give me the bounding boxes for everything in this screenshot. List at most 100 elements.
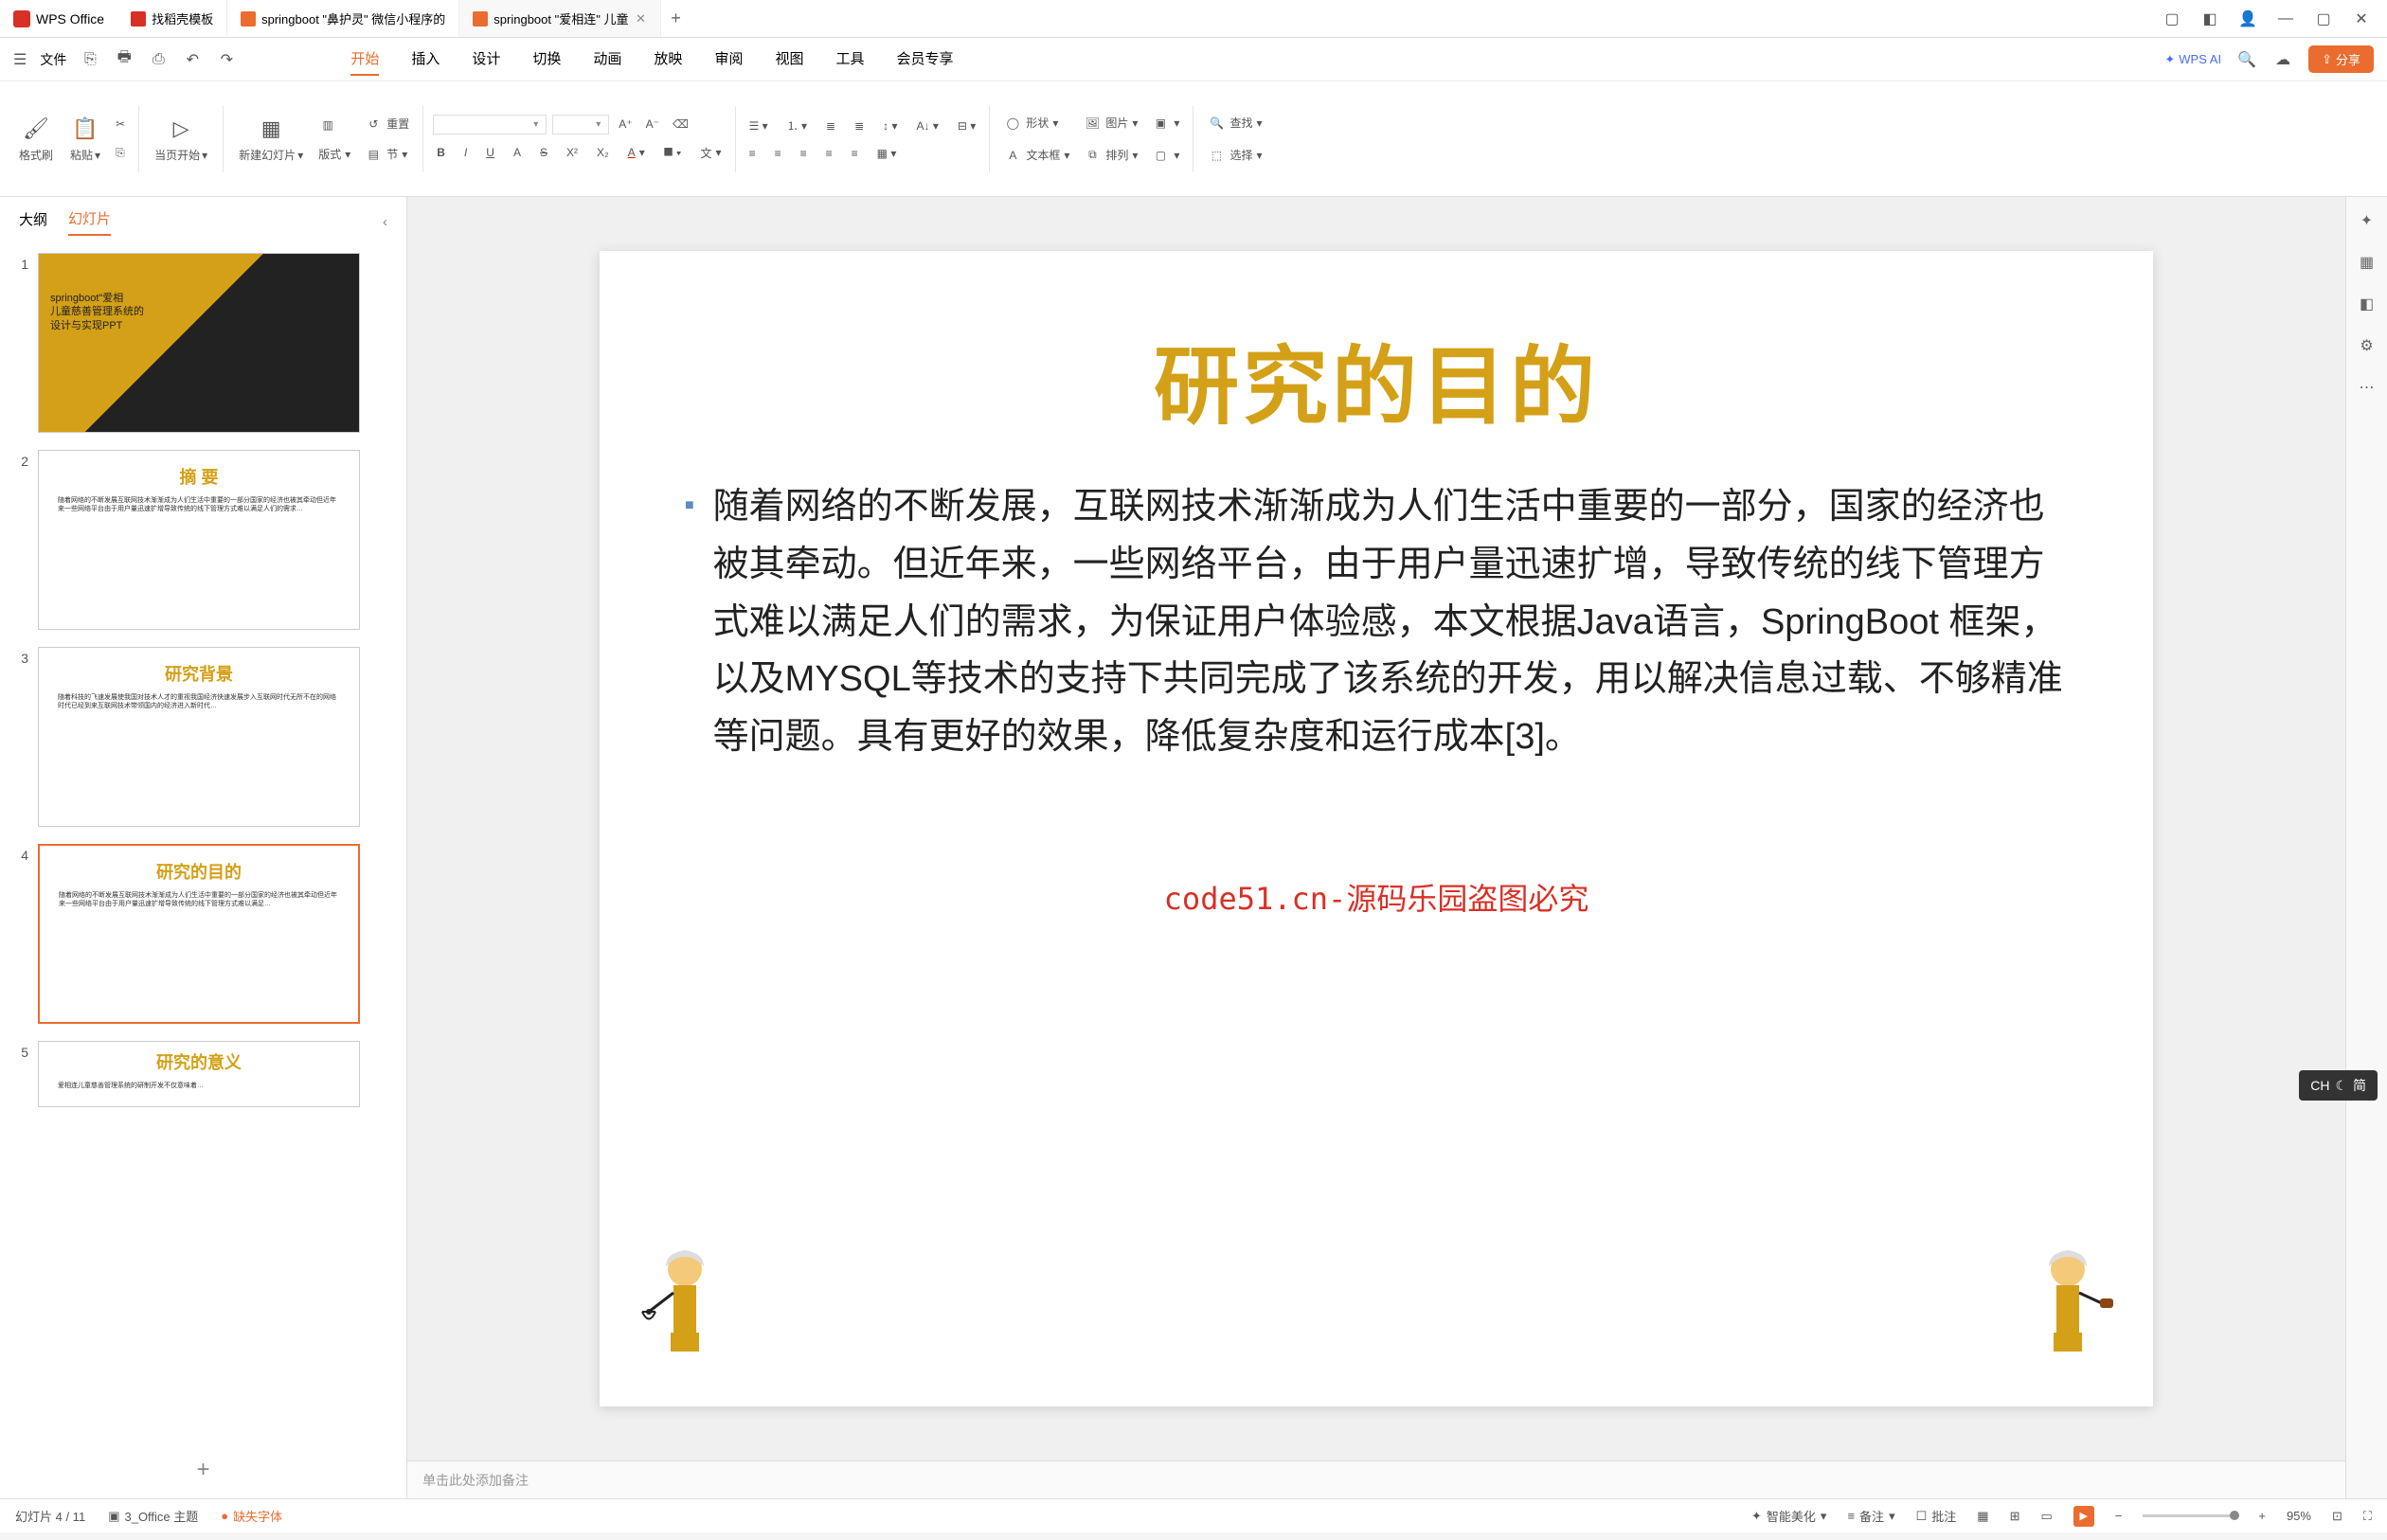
undo-icon[interactable]: ↶ bbox=[182, 49, 203, 70]
redo-icon[interactable]: ↷ bbox=[216, 49, 237, 70]
slideshow-button[interactable]: ▶ bbox=[2073, 1506, 2094, 1527]
template-sidebar-icon[interactable]: ▦ bbox=[2357, 252, 2378, 273]
tab-member[interactable]: 会员专享 bbox=[896, 43, 953, 76]
font-size-select[interactable]: ▾ bbox=[552, 115, 609, 134]
image-dropdown[interactable]: 🖼图片 ▾ bbox=[1079, 111, 1141, 135]
tabs-overview-icon[interactable]: ▢ bbox=[2163, 10, 2181, 27]
align-text-button[interactable]: ⊟ ▾ bbox=[954, 115, 979, 136]
tab-view[interactable]: 视图 bbox=[775, 43, 803, 76]
minimize-icon[interactable]: — bbox=[2277, 10, 2294, 27]
wps-ai-button[interactable]: ✦ WPS AI bbox=[2164, 52, 2221, 67]
slide-thumbnail-3[interactable]: 研究背景 随着科技的飞速发展使我国对技术人才的重视我国经济快速发展步入互联网时代… bbox=[38, 647, 360, 827]
cut-button[interactable]: ✂ bbox=[112, 115, 129, 134]
numbered-list-button[interactable]: ⒈ ▾ bbox=[783, 115, 811, 136]
cube-icon[interactable]: ◧ bbox=[2201, 10, 2218, 27]
align-justify-button[interactable]: ≡ bbox=[822, 144, 836, 163]
slide-body[interactable]: ■ 随着网络的不断发展，互联网技术渐渐成为人们生活中重要的一部分，国家的经济也被… bbox=[600, 440, 2153, 766]
thumbnail-list[interactable]: 1 springboot"爱相 儿童慈善管理系统的 设计与实现PPT 2 摘 要… bbox=[0, 242, 406, 1442]
decrease-font-button[interactable]: A⁻ bbox=[642, 115, 663, 134]
notes-bar[interactable]: 单击此处添加备注 bbox=[407, 1460, 2345, 1498]
slide-title[interactable]: 研究的目的 bbox=[600, 251, 2153, 440]
missing-font-warning[interactable]: ● 缺失字体 bbox=[221, 1507, 282, 1525]
slide-thumbnail-5[interactable]: 研究的意义 爱相连儿童慈善管理系统的研制开发不仅意味着… bbox=[38, 1041, 360, 1107]
tab-transition[interactable]: 切换 bbox=[532, 43, 561, 76]
strike-button[interactable]: S bbox=[536, 142, 551, 164]
zoom-slider[interactable] bbox=[2143, 1514, 2237, 1517]
slide-thumbnail-1[interactable]: springboot"爱相 儿童慈善管理系统的 设计与实现PPT bbox=[38, 253, 360, 433]
search-icon[interactable]: 🔍 bbox=[2236, 49, 2257, 70]
reset-button[interactable]: ↺重置 bbox=[360, 112, 413, 136]
animation-sidebar-icon[interactable]: ⚙ bbox=[2357, 335, 2378, 356]
superscript-button[interactable]: X² bbox=[563, 142, 582, 164]
fullscreen-button[interactable]: ⛶ bbox=[2363, 1509, 2372, 1524]
shape-dropdown[interactable]: ◯形状 ▾ bbox=[999, 111, 1073, 135]
fit-button[interactable]: ⊡ bbox=[2332, 1509, 2342, 1524]
comments-toggle[interactable]: ☐ 批注 bbox=[1916, 1507, 1957, 1525]
zoom-in-button[interactable]: + bbox=[2258, 1509, 2266, 1523]
more-sidebar-icon[interactable]: ⋯ bbox=[2357, 377, 2378, 398]
ai-sidebar-icon[interactable]: ✦ bbox=[2357, 210, 2378, 231]
columns-button[interactable]: ▦ ▾ bbox=[873, 144, 901, 163]
select-dropdown[interactable]: ⬚选择 ▾ bbox=[1203, 143, 1265, 168]
close-icon[interactable]: ✕ bbox=[634, 12, 647, 26]
new-tab-button[interactable]: + bbox=[661, 9, 690, 28]
fill-dropdown[interactable]: ▣ ▾ bbox=[1147, 111, 1183, 135]
zoom-out-button[interactable]: − bbox=[2115, 1509, 2123, 1523]
doc-tab-bihulling[interactable]: springboot "鼻护灵" 微信小程序的 bbox=[227, 0, 459, 37]
doc-tab-aixianglian[interactable]: springboot "爱相连" 儿童 ✕ bbox=[459, 0, 661, 37]
subscript-button[interactable]: X₂ bbox=[593, 142, 613, 164]
copy-button[interactable]: ⎘ bbox=[112, 143, 129, 163]
strikethrough-button[interactable]: A bbox=[510, 142, 525, 164]
wen-button[interactable]: 文 ▾ bbox=[697, 142, 726, 164]
format-brush-button[interactable]: 🖌 格式刷 bbox=[13, 111, 59, 167]
textbox-dropdown[interactable]: A文本框 ▾ bbox=[999, 143, 1073, 168]
layout-button[interactable]: ▥ bbox=[314, 113, 354, 137]
doc-tab-template[interactable]: 找稻壳模板 bbox=[117, 0, 227, 37]
tab-insert[interactable]: 插入 bbox=[411, 43, 440, 76]
view-normal-icon[interactable]: ▦ bbox=[1977, 1509, 1988, 1524]
underline-button[interactable]: U bbox=[482, 142, 498, 164]
paste-button[interactable]: 📋 粘贴 ▾ bbox=[64, 111, 106, 167]
notes-toggle[interactable]: ≡ 备注 ▾ bbox=[1847, 1507, 1894, 1525]
slide-thumbnail-4[interactable]: 研究的目的 随着网络的不断发展互联网技术渐渐成为人们生活中重要的一部分国家的经济… bbox=[38, 844, 360, 1024]
design-sidebar-icon[interactable]: ◧ bbox=[2357, 294, 2378, 314]
collapse-panel-icon[interactable]: ‹ bbox=[383, 214, 387, 230]
align-center-button[interactable]: ≡ bbox=[771, 144, 785, 163]
beautify-button[interactable]: ✦ 智能美化 ▾ bbox=[1751, 1507, 1826, 1525]
print-icon[interactable]: ⎙ bbox=[148, 49, 169, 70]
highlight-button[interactable]: ⯀ ▾ bbox=[660, 142, 686, 164]
slide-thumbnail-2[interactable]: 摘 要 随着网络的不断发展互联网技术渐渐成为人们生活中重要的一部分国家的经济也被… bbox=[38, 450, 360, 630]
bold-button[interactable]: B bbox=[433, 142, 449, 164]
align-left-button[interactable]: ≡ bbox=[745, 144, 760, 163]
maximize-icon[interactable]: ▢ bbox=[2315, 10, 2332, 27]
align-right-button[interactable]: ≡ bbox=[797, 144, 811, 163]
slides-tab[interactable]: 幻灯片 bbox=[68, 208, 111, 236]
italic-button[interactable]: I bbox=[460, 142, 471, 164]
cloud-icon[interactable]: ☁ bbox=[2272, 49, 2293, 70]
view-reading-icon[interactable]: ▭ bbox=[2040, 1509, 2052, 1524]
font-color-button[interactable]: A ▾ bbox=[624, 142, 649, 164]
share-button[interactable]: ⇪ 分享 bbox=[2308, 45, 2374, 73]
bullet-list-button[interactable]: ☰ ▾ bbox=[745, 115, 772, 136]
current-start-button[interactable]: ▷ 当页开始 ▾ bbox=[149, 111, 213, 167]
tab-design[interactable]: 设计 bbox=[472, 43, 500, 76]
clear-format-button[interactable]: ⌫ bbox=[669, 115, 692, 134]
file-menu[interactable]: 文件 bbox=[40, 50, 66, 69]
find-dropdown[interactable]: 🔍查找 ▾ bbox=[1203, 111, 1265, 135]
indent-decrease-button[interactable]: ≣ bbox=[822, 115, 839, 136]
text-direction-button[interactable]: A↓ ▾ bbox=[913, 115, 942, 136]
open-icon[interactable]: ⎘ bbox=[80, 49, 100, 70]
slide-canvas[interactable]: 研究的目的 ■ 随着网络的不断发展，互联网技术渐渐成为人们生活中重要的一部分，国… bbox=[407, 197, 2345, 1460]
indent-increase-button[interactable]: ≣ bbox=[851, 115, 868, 136]
font-family-select[interactable]: ▾ bbox=[433, 115, 547, 134]
distribute-button[interactable]: ≡ bbox=[848, 144, 862, 163]
save-icon[interactable]: 🖶 bbox=[114, 49, 135, 70]
add-slide-button[interactable]: + bbox=[0, 1442, 406, 1498]
arrange-dropdown[interactable]: ⧉排列 ▾ bbox=[1079, 143, 1141, 168]
slide-content[interactable]: 研究的目的 ■ 随着网络的不断发展，互联网技术渐渐成为人们生活中重要的一部分，国… bbox=[600, 251, 2153, 1406]
zoom-handle[interactable] bbox=[2230, 1511, 2239, 1520]
close-window-icon[interactable]: ✕ bbox=[2353, 10, 2370, 27]
tab-start[interactable]: 开始 bbox=[350, 43, 379, 76]
tab-tools[interactable]: 工具 bbox=[835, 43, 864, 76]
outline-dropdown[interactable]: ▢ ▾ bbox=[1147, 143, 1183, 168]
